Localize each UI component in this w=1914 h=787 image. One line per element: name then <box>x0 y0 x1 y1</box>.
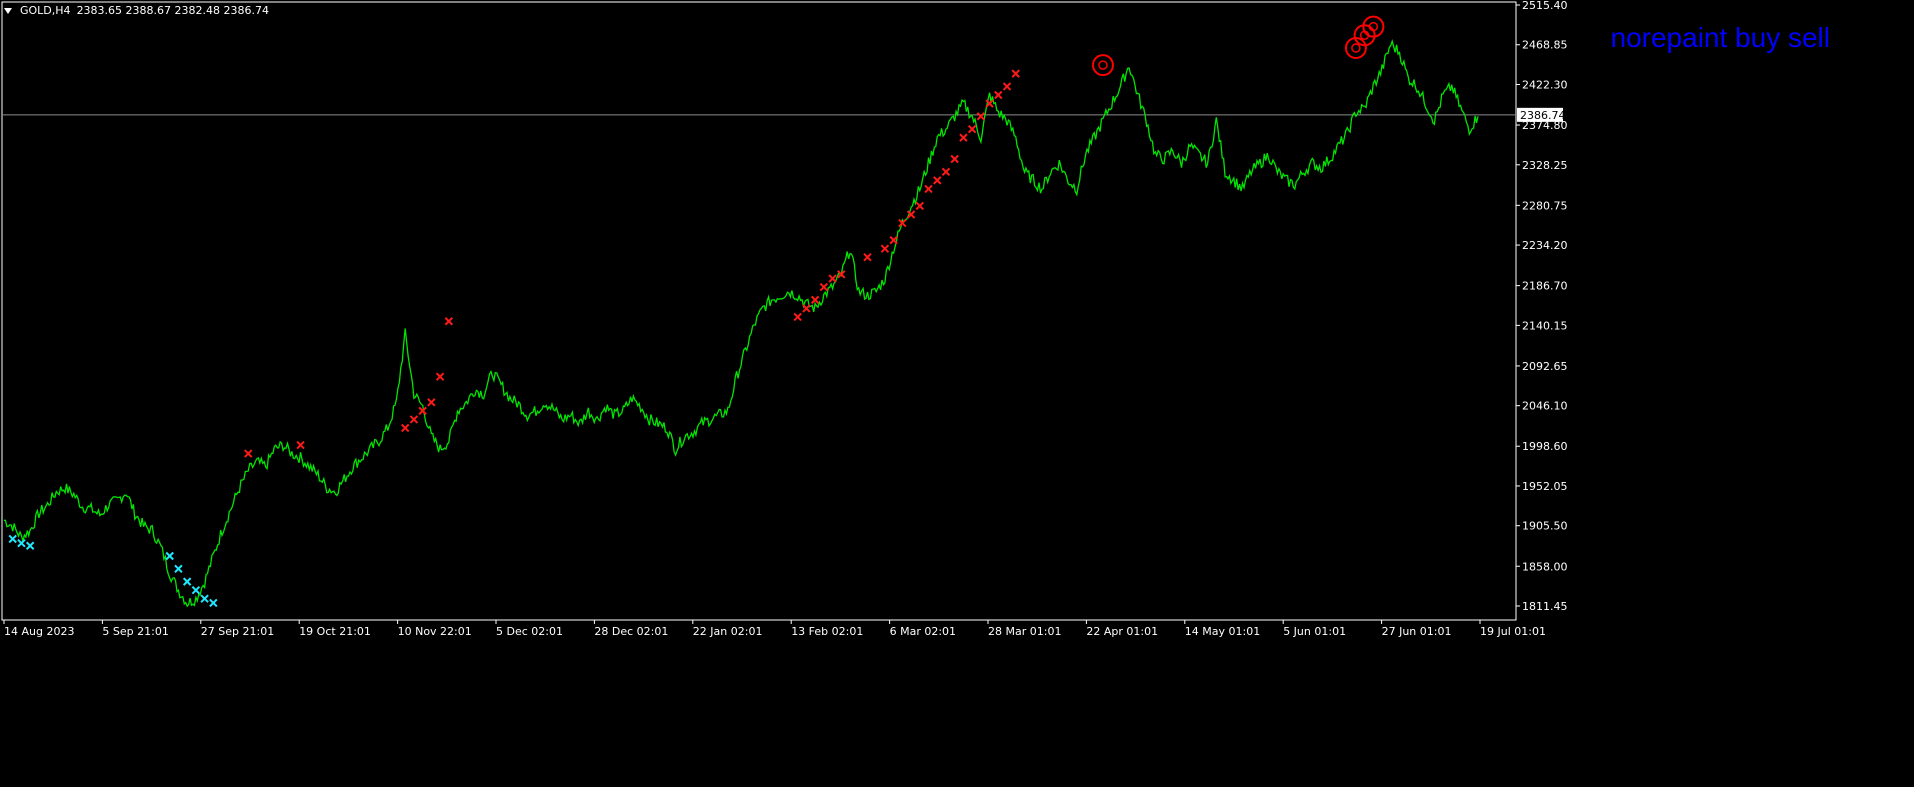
current-price-label: 2386.74 <box>1520 109 1566 122</box>
symbol-info-bar: GOLD,H4 2383.65 2388.67 2382.48 2386.74 <box>4 4 269 17</box>
y-tick-label: 2046.10 <box>1522 400 1568 413</box>
y-tick-label: 2234.20 <box>1522 239 1568 252</box>
sell-signal-marker <box>959 133 968 142</box>
sell-signal-marker <box>427 398 436 407</box>
sell-signal-marker <box>296 440 305 450</box>
circle-signal-marker <box>1362 15 1385 38</box>
chart-canvas: 2515.402468.852422.302374.802328.252280.… <box>1 0 1568 638</box>
ohlc-values: 2383.65 2388.67 2382.48 2386.74 <box>76 4 270 17</box>
buy-signal-marker <box>17 538 26 548</box>
sell-signal-marker <box>819 282 829 292</box>
y-tick-label: 2422.30 <box>1522 78 1568 91</box>
y-tick-label: 1952.05 <box>1522 480 1568 493</box>
buy-signal-marker <box>191 585 201 595</box>
x-tick-label: 19 Oct 21:01 <box>299 625 371 638</box>
sell-signal-marker <box>994 90 1003 100</box>
sell-signal-marker <box>400 423 410 433</box>
current-price-tag: 2386.74 <box>1517 107 1566 122</box>
y-tick-label: 1811.45 <box>1522 600 1568 613</box>
x-tick-label: 27 Sep 21:01 <box>201 625 274 638</box>
x-tick-label: 6 Mar 02:01 <box>890 625 956 638</box>
x-tick-label: 28 Dec 02:01 <box>594 625 668 638</box>
x-tick-label: 14 May 01:01 <box>1185 625 1260 638</box>
y-tick-label: 2328.25 <box>1522 159 1568 172</box>
x-tick-label: 5 Sep 21:01 <box>102 625 168 638</box>
time-axis: 14 Aug 2023 5 Sep 21:01 27 Sep 21:01 19 Oct… <box>3 620 1546 638</box>
x-tick-label: 5 Dec 02:01 <box>496 625 563 638</box>
sell-signal-marker <box>933 176 942 185</box>
sell-signal-marker <box>409 415 419 424</box>
sell-signal-marker <box>828 274 837 283</box>
y-tick-label: 2186.70 <box>1522 280 1568 293</box>
indicator-title: norepaint buy sell <box>1610 22 1830 53</box>
price-series-line <box>3 38 1479 608</box>
x-tick-label: 14 Aug 2023 <box>4 625 74 638</box>
sell-signal-marker <box>1011 69 1020 78</box>
sell-signal-marker <box>444 317 454 326</box>
sell-signal-marker <box>967 124 977 134</box>
buy-signal-marker <box>209 598 218 608</box>
sell-signal-marker <box>435 372 445 381</box>
sell-signal-marker <box>244 449 253 458</box>
x-tick-label: 22 Apr 01:01 <box>1086 625 1158 638</box>
buy-signal-marker <box>165 551 174 561</box>
y-tick-label: 2140.15 <box>1522 319 1568 332</box>
buy-signal-marker <box>174 564 183 574</box>
sell-signal-marker <box>880 244 890 253</box>
sell-signal-marker <box>802 304 811 313</box>
signal-markers <box>8 15 1385 608</box>
buy-signal-marker <box>200 594 209 603</box>
y-tick-label: 1998.60 <box>1522 440 1568 453</box>
sell-signal-marker <box>941 167 951 177</box>
y-tick-label: 1905.50 <box>1522 520 1568 533</box>
y-tick-label: 2092.65 <box>1522 360 1568 373</box>
buy-signal-marker <box>25 541 35 550</box>
buy-signal-marker <box>8 534 17 544</box>
sell-signal-marker <box>793 312 802 322</box>
x-tick-label: 13 Feb 02:01 <box>791 625 863 638</box>
sell-signal-marker <box>950 154 959 164</box>
x-tick-label: 22 Jan 02:01 <box>693 625 763 638</box>
y-tick-label: 2280.75 <box>1522 199 1568 212</box>
x-tick-label: 19 Jul 01:01 <box>1480 625 1546 638</box>
sell-signal-marker <box>924 184 933 194</box>
circle-signal-marker <box>1091 54 1114 77</box>
triangle-down-icon[interactable] <box>4 7 12 14</box>
x-tick-label: 27 Jun 01:01 <box>1382 625 1452 638</box>
sell-signal-marker <box>976 112 986 121</box>
sell-signal-marker <box>915 201 925 211</box>
x-tick-label: 28 Mar 01:01 <box>988 625 1061 638</box>
y-tick-label: 2468.85 <box>1522 39 1568 52</box>
x-tick-label: 5 Jun 01:01 <box>1283 625 1346 638</box>
price-axis: 2515.402468.852422.302374.802328.252280.… <box>1516 0 1568 613</box>
chart-area[interactable]: 2515.40 2468.85 2422.30 2374.80 2328.25 2280.… <box>0 0 1914 783</box>
buy-signal-marker <box>182 577 192 586</box>
sell-signal-marker <box>1002 82 1012 91</box>
symbol-label: GOLD,H4 <box>20 4 71 17</box>
sell-signal-marker <box>863 252 872 262</box>
x-tick-label: 10 Nov 22:01 <box>398 625 472 638</box>
y-tick-label: 1858.00 <box>1522 560 1568 573</box>
y-tick-label: 2515.40 <box>1522 0 1568 12</box>
